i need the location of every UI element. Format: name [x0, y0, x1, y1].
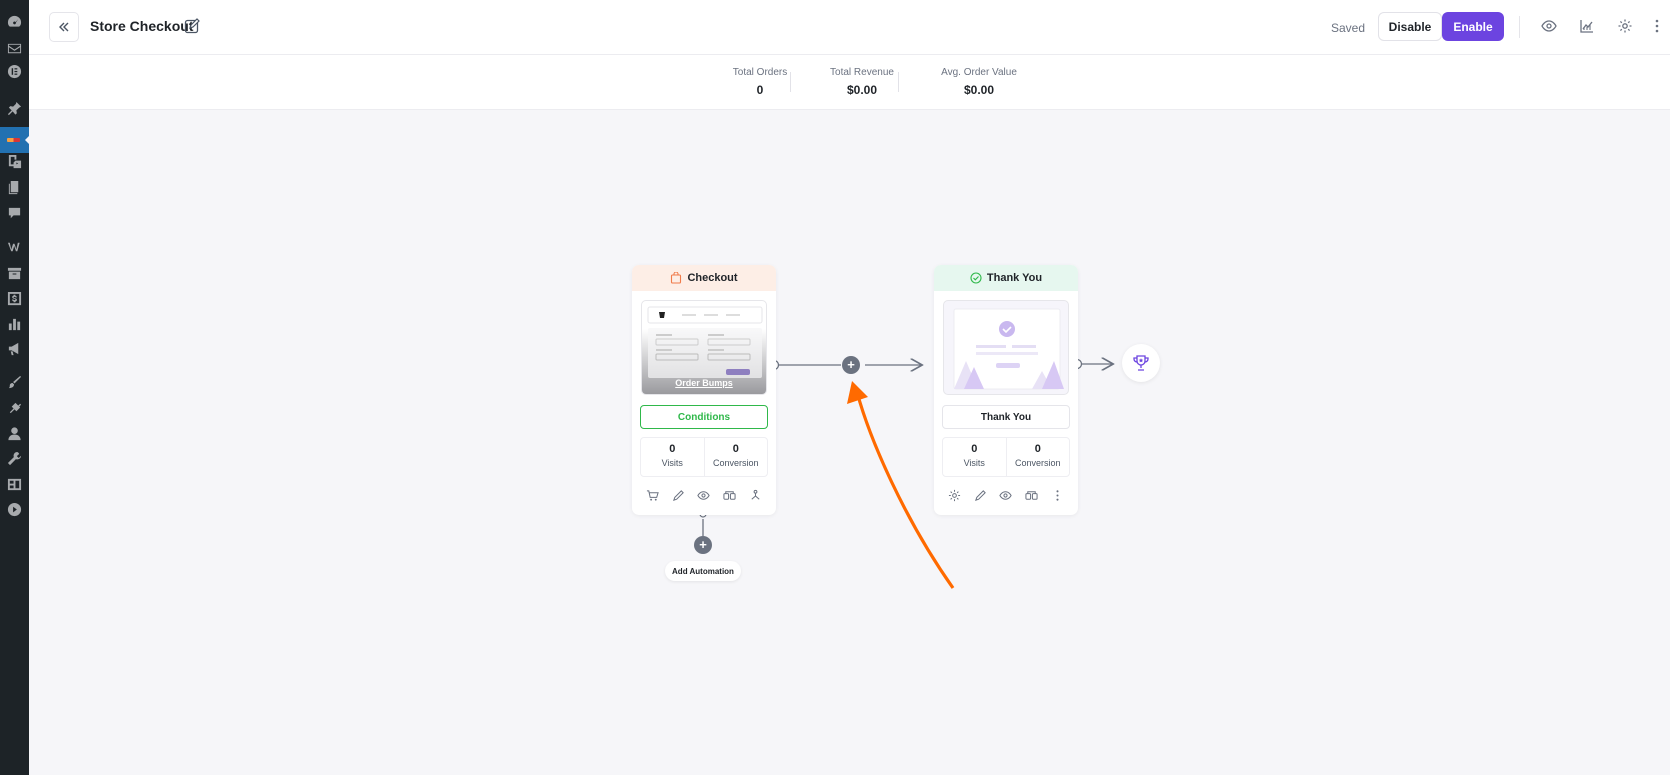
thankyou-visits: 0 Visits [943, 438, 1006, 476]
stat-divider [898, 72, 899, 92]
thankyou-metrics: 0 Visits 0 Conversion [942, 437, 1070, 477]
save-status: Saved [1331, 21, 1366, 35]
thankyou-visits-label: Visits [963, 458, 985, 468]
funnel-stats-bar: Total Orders 0 Total Revenue $0.00 Avg. … [29, 55, 1670, 110]
funnel-header: Store Checkout Saved Disable Enable [29, 0, 1670, 55]
collapse-button[interactable] [49, 12, 79, 42]
double-chevron-left-icon [59, 22, 69, 32]
total-revenue-label: Total Revenue [830, 67, 894, 78]
appearance-icon[interactable] [7, 375, 22, 390]
thankyou-visits-value: 0 [971, 443, 978, 455]
funnel-goal-node[interactable] [1122, 344, 1160, 382]
cart-icon[interactable] [646, 488, 660, 502]
marketing-icon[interactable] [7, 341, 22, 356]
funnelkit-icon [7, 138, 20, 142]
thankyou-card-header: Thank You [934, 265, 1078, 291]
add-automation-button[interactable]: Add Automation [665, 561, 741, 581]
checkout-conversion-label: Conversion [712, 458, 759, 468]
avg-order-stat: Avg. Order Value $0.00 [914, 67, 1044, 97]
split-flow-icon[interactable] [748, 488, 762, 502]
comments-icon[interactable] [7, 206, 22, 221]
conditions-button[interactable]: Conditions [640, 405, 768, 429]
thankyou-conversion-value: 0 [1034, 443, 1041, 455]
avg-order-label: Avg. Order Value [941, 67, 1017, 78]
play-icon[interactable] [7, 502, 22, 517]
total-revenue-stat: Total Revenue $0.00 [808, 67, 916, 97]
ab-test-icon[interactable] [1025, 488, 1039, 502]
checkout-conversion: 0 Conversion [703, 438, 768, 476]
thankyou-preview[interactable] [943, 300, 1069, 395]
elementor-icon[interactable] [7, 64, 22, 79]
sidebar-item-funnelkit-active[interactable] [0, 127, 29, 153]
pages-icon[interactable] [7, 180, 22, 195]
flow-connectors [699, 0, 1670, 589]
settings-icon[interactable] [7, 477, 22, 492]
thankyou-conversion-label: Conversion [1014, 458, 1061, 468]
wp-admin-sidebar [0, 0, 29, 775]
thankyou-conversion: 0 Conversion [1005, 438, 1070, 476]
checkout-preview[interactable]: Order Bumps [641, 300, 767, 395]
checkout-bag-icon [671, 272, 682, 284]
page-title: Store Checkout [90, 18, 194, 34]
mail-icon[interactable] [7, 41, 22, 56]
thankyou-name-button[interactable]: Thank You [942, 405, 1070, 429]
checkout-toolbar [640, 487, 768, 503]
media-icon[interactable] [7, 154, 22, 169]
thankyou-toolbar [942, 487, 1070, 503]
preview-eye-icon[interactable] [1539, 16, 1559, 36]
disable-button[interactable]: Disable [1378, 12, 1442, 41]
checkout-step-card[interactable]: Checkout Order Bumps Conditions 0 Visits… [632, 265, 776, 515]
thankyou-page-thumbnail [953, 308, 1064, 390]
total-orders-value: 0 [756, 83, 764, 97]
stat-divider [790, 72, 791, 92]
edit-pencil-icon[interactable] [973, 488, 987, 502]
analytics-icon[interactable] [7, 316, 22, 331]
total-orders-label: Total Orders [732, 67, 788, 78]
woocommerce-icon[interactable] [7, 239, 22, 254]
checkout-visits: 0 Visits [641, 438, 704, 476]
more-vertical-icon[interactable] [1647, 16, 1667, 36]
add-automation-plus-button[interactable]: + [694, 536, 712, 554]
trophy-icon [1133, 355, 1149, 371]
add-step-button[interactable]: + [842, 356, 860, 374]
analytics-chart-icon[interactable] [1577, 16, 1597, 36]
products-icon[interactable] [7, 266, 22, 281]
dashboard-icon[interactable] [7, 14, 22, 29]
edit-title-icon[interactable] [184, 18, 200, 34]
settings-gear-icon[interactable] [1615, 16, 1635, 36]
ab-test-icon[interactable] [723, 488, 737, 502]
preview-eye-icon[interactable] [999, 488, 1013, 502]
header-divider [1519, 16, 1520, 38]
total-orders-stat: Total Orders 0 [707, 67, 813, 97]
order-bumps-link[interactable]: Order Bumps [642, 378, 766, 388]
total-revenue-value: $0.00 [846, 83, 878, 97]
check-circle-icon [970, 272, 982, 284]
checkout-metrics: 0 Visits 0 Conversion [640, 437, 768, 477]
plugins-icon[interactable] [7, 400, 22, 415]
settings-gear-icon[interactable] [948, 488, 962, 502]
checkout-visits-label: Visits [661, 458, 683, 468]
checkout-visits-value: 0 [669, 443, 676, 455]
users-icon[interactable] [7, 426, 22, 441]
edit-pencil-icon[interactable] [671, 488, 685, 502]
enable-button[interactable]: Enable [1442, 12, 1504, 41]
pin-icon[interactable] [7, 101, 22, 116]
thankyou-card-title: Thank You [986, 272, 1043, 284]
thankyou-step-card[interactable]: Thank You Thank You 0 Visits 0 Conversio… [934, 265, 1078, 515]
more-vertical-icon[interactable] [1050, 488, 1064, 502]
tools-icon[interactable] [7, 451, 22, 466]
payments-icon[interactable] [7, 291, 22, 306]
checkout-card-header: Checkout [632, 265, 776, 291]
checkout-card-title: Checkout [687, 272, 738, 284]
checkout-conversion-value: 0 [732, 443, 739, 455]
annotation-arrowhead [847, 381, 868, 404]
avg-order-value: $0.00 [963, 83, 995, 97]
preview-eye-icon[interactable] [697, 488, 711, 502]
